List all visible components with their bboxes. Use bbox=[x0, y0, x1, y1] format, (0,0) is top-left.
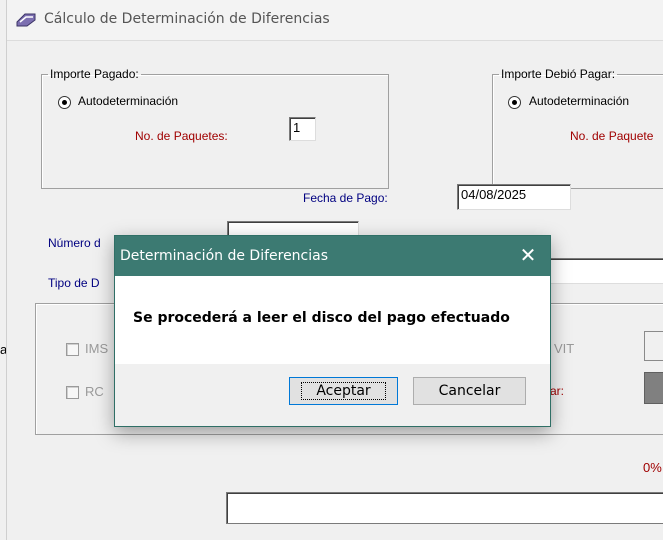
autodeterminacion-debio-radio[interactable] bbox=[508, 96, 521, 109]
aceptar-button[interactable]: Aceptar bbox=[289, 377, 398, 405]
ar-label: ar: bbox=[550, 384, 565, 398]
dialog-title: Determinación de Diferencias bbox=[120, 248, 329, 264]
paquetes-debio-label: No. de Paquete bbox=[570, 129, 654, 143]
progress-percent: 0% bbox=[643, 460, 662, 475]
numero-label: Número d bbox=[48, 236, 101, 250]
main-titlebar: Cálculo de Determinación de Diferencias bbox=[7, 0, 663, 41]
importe-debio-group: Importe Debió Pagar: bbox=[492, 67, 663, 189]
autodeterminacion-debio-label: Autodeterminación bbox=[529, 94, 630, 108]
cancelar-button[interactable]: Cancelar bbox=[413, 377, 526, 405]
ar-box[interactable] bbox=[644, 372, 663, 404]
rc-label: RC bbox=[85, 384, 104, 399]
vit-box[interactable] bbox=[644, 331, 663, 361]
cancelar-button-label: Cancelar bbox=[438, 383, 501, 399]
importe-debio-legend: Importe Debió Pagar: bbox=[501, 67, 616, 81]
paquetes-pagado-label: No. de Paquetes: bbox=[135, 129, 228, 143]
tipo-label: Tipo de D bbox=[48, 276, 100, 290]
main-window-title: Cálculo de Determinación de Diferencias bbox=[44, 11, 330, 27]
tipo-input[interactable] bbox=[547, 258, 663, 284]
aceptar-button-label: Aceptar bbox=[301, 382, 386, 400]
app-icon bbox=[16, 13, 36, 27]
importe-pagado-legend: Importe Pagado: bbox=[50, 67, 139, 81]
dialog-body: Se procederá a leer el disco del pago ef… bbox=[115, 276, 550, 364]
autodeterminacion-pagado-radio[interactable] bbox=[58, 96, 71, 109]
fecha-pago-input[interactable]: 04/08/2025 bbox=[457, 184, 571, 210]
close-icon[interactable]: ✕ bbox=[506, 236, 550, 276]
ims-checkbox[interactable] bbox=[66, 343, 79, 356]
dialog-message: Se procederá a leer el disco del pago ef… bbox=[133, 310, 510, 326]
autodeterminacion-pagado-label: Autodeterminación bbox=[78, 94, 179, 108]
determinacion-dialog: Determinación de Diferencias ✕ Se proced… bbox=[114, 235, 551, 427]
fecha-pago-label: Fecha de Pago: bbox=[303, 191, 388, 205]
dialog-titlebar: Determinación de Diferencias ✕ bbox=[115, 236, 550, 276]
rc-checkbox[interactable] bbox=[66, 386, 79, 399]
progress-bar bbox=[226, 492, 663, 524]
vit-label: VIT bbox=[554, 341, 575, 356]
ims-label: IMS bbox=[85, 341, 109, 356]
importe-pagado-group: Importe Pagado: bbox=[41, 67, 389, 189]
paquetes-pagado-input[interactable]: 1 bbox=[289, 117, 316, 141]
